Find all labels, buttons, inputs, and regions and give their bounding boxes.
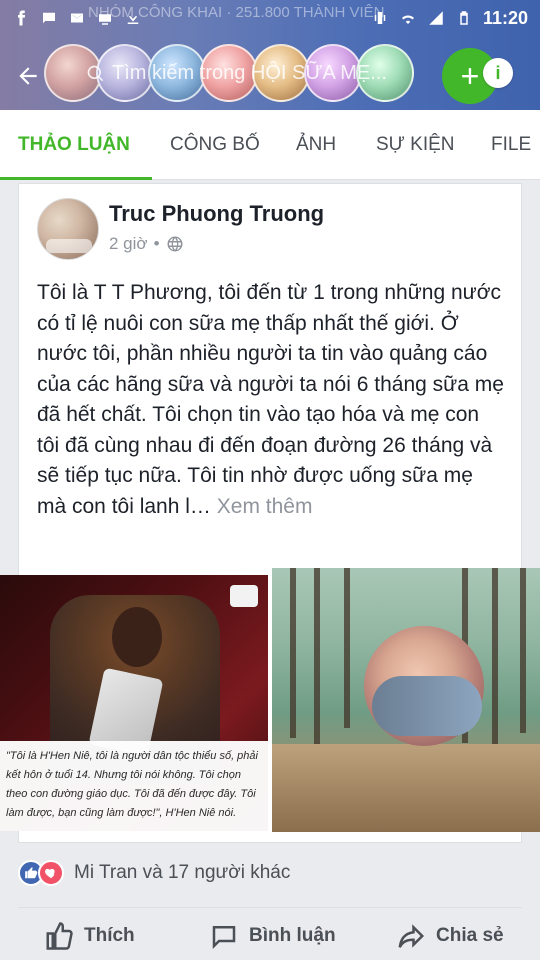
reactions-summary[interactable]: Mi Tran và 17 người khác [18,860,290,886]
tree [492,568,498,768]
comment-button[interactable]: Bình luận [209,912,336,960]
tab-label: ẢNH [296,134,337,155]
facebook-group-screen: NHÓM CÔNG KHAI · 251.800 THÀNH VIÊN 11:2… [0,0,540,960]
love-reaction-icon [38,860,64,886]
group-info-button[interactable]: i [483,58,513,88]
group-tabs: THẢO LUẬN CÔNG BỐ ẢNH SỰ KIỆN FILE [0,110,540,180]
message-icon [40,9,58,27]
author-name[interactable]: Truc Phuong Truong [109,201,324,227]
post-image-right[interactable] [272,568,540,832]
comment-icon [212,926,236,950]
search-placeholder: Tìm kiếm trong HỘI SỮA MẸ... [112,62,387,84]
wifi-icon [399,9,417,27]
tab-announcements[interactable]: CÔNG BỐ [170,110,260,180]
group-search[interactable]: Tìm kiếm trong HỘI SỮA MẸ... [86,62,387,85]
actions-divider [18,907,522,908]
status-bar-right: 11:20 [371,8,528,29]
like-button[interactable]: Thích [44,912,135,960]
status-bar: NHÓM CÔNG KHAI · 251.800 THÀNH VIÊN 11:2… [0,0,540,36]
reaction-icons [18,860,64,886]
search-row: Tìm kiếm trong HỘI SỮA MẸ... + i [0,44,540,108]
signal-icon [427,9,445,27]
post-body-text: Tôi là T T Phương, tôi đến từ 1 trong nh… [37,281,504,518]
facebook-icon [12,9,30,27]
search-icon [87,65,104,81]
globe-icon [167,236,183,252]
image-caption: "Tôi là H'Hen Niê, tôi là người dân tộc … [0,741,268,831]
tab-label: FILE [491,134,532,155]
see-more-link[interactable]: Xem thêm [217,495,313,518]
comment-label: Bình luận [249,925,336,946]
share-label: Chia sẻ [436,925,504,946]
tab-label: CÔNG BỐ [170,134,260,155]
tree [290,568,296,738]
back-arrow-icon [19,67,37,85]
post-body: Tôi là T T Phương, tôi đến từ 1 trong nh… [37,278,507,522]
clock-time: 11:20 [482,7,528,28]
tab-label: SỰ KIỆN [376,134,455,155]
like-icon [46,922,73,950]
meta-separator: • [153,234,160,253]
speaker-head [112,607,162,667]
tree [314,568,320,758]
baby [372,676,482,736]
active-tab-indicator [0,177,152,180]
group-marquee-text: NHÓM CÔNG KHAI · 251.800 THÀNH VIÊN [88,4,385,21]
tab-discussion[interactable]: THẢO LUẬN [18,110,130,180]
like-label: Thích [84,925,135,946]
ground [272,744,540,832]
tv-logo [230,585,258,607]
group-header: NHÓM CÔNG KHAI · 251.800 THÀNH VIÊN 11:2… [0,0,540,110]
back-button[interactable] [10,58,46,94]
tab-label: THẢO LUẬN [18,134,130,155]
tree [344,568,350,728]
tab-files[interactable]: FILE [491,110,531,180]
tree [520,568,526,733]
reactions-text: Mi Tran và 17 người khác [74,862,291,883]
share-button[interactable]: Chia sẻ [396,912,504,960]
tab-photos[interactable]: ẢNH [296,110,336,180]
tab-events[interactable]: SỰ KIỆN [376,110,455,180]
gmail-icon [68,9,86,27]
battery-icon [455,9,473,27]
post-actions: Thích Bình luận Chia sẻ [0,912,540,960]
author-avatar[interactable] [37,198,99,260]
post-image-left[interactable]: "Tôi là H'Hen Niê, tôi là người dân tộc … [0,575,268,831]
share-icon [398,924,425,948]
post-time[interactable]: 2 giờ [109,234,148,254]
post-meta: 2 giờ • [109,234,184,254]
